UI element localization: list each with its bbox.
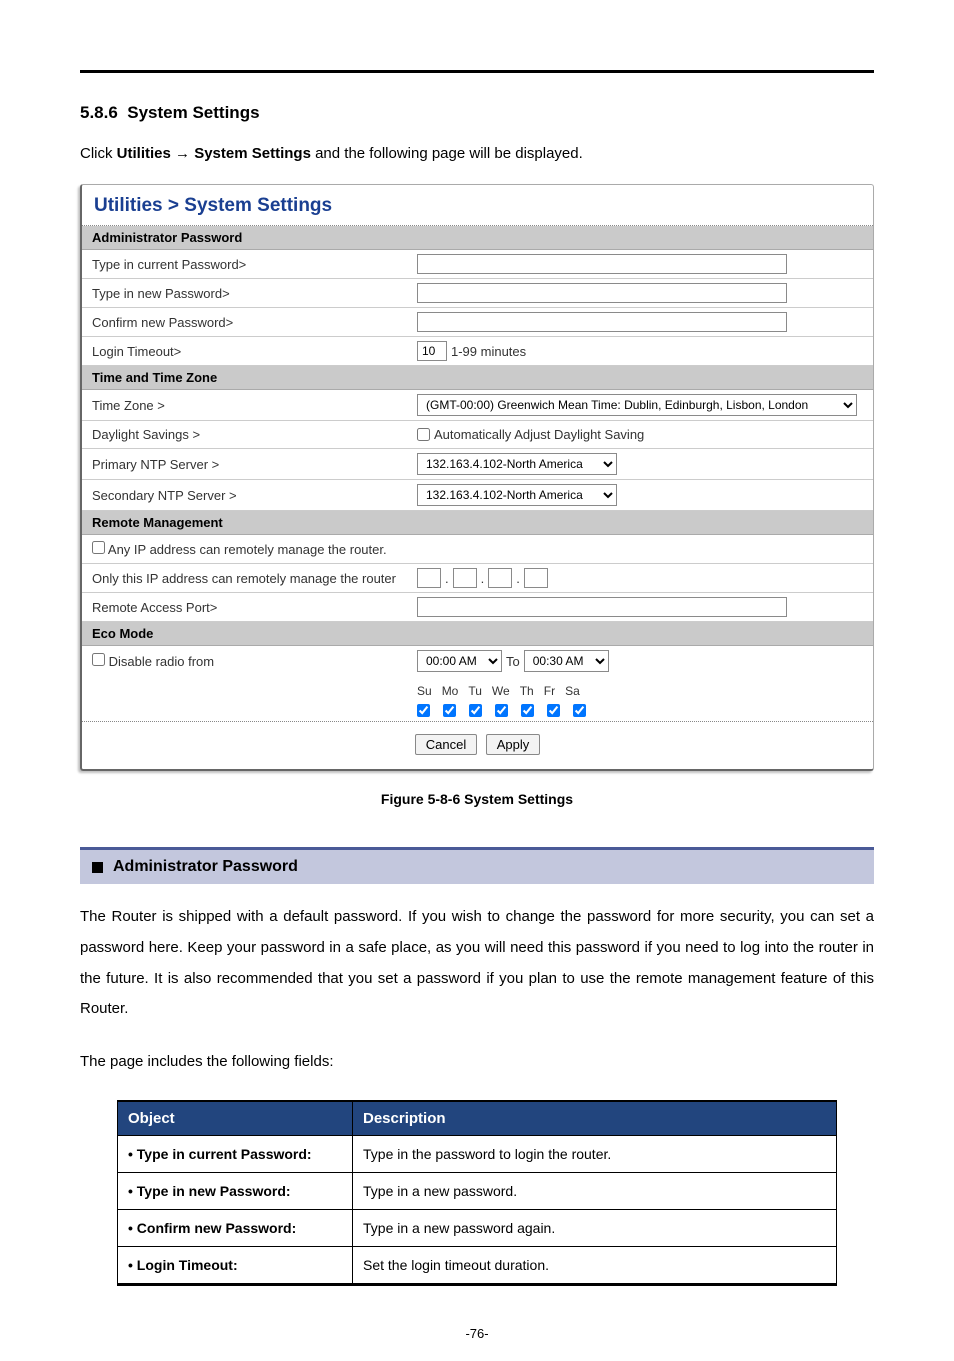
day-we-checkbox[interactable] bbox=[495, 704, 508, 717]
login-timeout-hint: 1-99 minutes bbox=[451, 344, 526, 359]
label-confirm-password: Confirm new Password> bbox=[82, 309, 417, 336]
day-th-checkbox[interactable] bbox=[521, 704, 534, 717]
row-daylight-savings: Daylight Savings > Automatically Adjust … bbox=[82, 421, 873, 449]
section-number: 5.8.6 bbox=[80, 103, 118, 122]
current-password-input[interactable] bbox=[417, 254, 787, 274]
breadcrumb: Utilities > System Settings bbox=[82, 185, 873, 226]
th-object: Object bbox=[118, 1101, 353, 1136]
figure-caption: Figure 5-8-6 System Settings bbox=[80, 791, 874, 807]
any-ip-checkbox[interactable] bbox=[92, 541, 105, 554]
days-header: Su Mo Tu We Th Fr Sa bbox=[417, 680, 865, 698]
table-row: Login Timeout: Set the login timeout dur… bbox=[118, 1246, 837, 1284]
eco-from-select[interactable]: 00:00 AM bbox=[417, 650, 502, 672]
disable-radio-label: Disable radio from bbox=[109, 654, 215, 669]
remote-port-input[interactable] bbox=[417, 597, 787, 617]
day-sa-checkbox[interactable] bbox=[573, 704, 586, 717]
ip-octet-1[interactable] bbox=[417, 568, 441, 588]
label-remote-port: Remote Access Port> bbox=[82, 594, 417, 621]
body-paragraph-2: The page includes the following fields: bbox=[80, 1047, 874, 1078]
row-new-password: Type in new Password> bbox=[82, 279, 873, 308]
primary-ntp-select[interactable]: 132.163.4.102-North America bbox=[417, 453, 617, 475]
section-heading: 5.8.6 System Settings bbox=[80, 103, 874, 123]
band-eco-mode: Eco Mode bbox=[82, 622, 873, 646]
subsection-header: Administrator Password bbox=[80, 847, 874, 884]
ip-octet-2[interactable] bbox=[453, 568, 477, 588]
settings-panel: Utilities > System Settings Administrato… bbox=[80, 184, 874, 771]
eco-to-select[interactable]: 00:30 AM bbox=[524, 650, 609, 672]
day-mo-checkbox[interactable] bbox=[443, 704, 456, 717]
row-remote-port: Remote Access Port> bbox=[82, 593, 873, 622]
subsection-title: Administrator Password bbox=[113, 858, 298, 876]
day-su-checkbox[interactable] bbox=[417, 704, 430, 717]
body-paragraph-1: The Router is shipped with a default pas… bbox=[80, 902, 874, 1025]
band-remote-management: Remote Management bbox=[82, 511, 873, 535]
page-top-rule bbox=[80, 70, 874, 73]
label-current-password: Type in current Password> bbox=[82, 251, 417, 278]
row-time-zone: Time Zone > (GMT-00:00) Greenwich Mean T… bbox=[82, 390, 873, 421]
dst-checkbox[interactable] bbox=[417, 428, 430, 441]
day-fr-checkbox[interactable] bbox=[547, 704, 560, 717]
row-days: Su Mo Tu We Th Fr Sa bbox=[82, 676, 873, 721]
label-primary-ntp: Primary NTP Server > bbox=[82, 451, 417, 478]
apply-button[interactable]: Apply bbox=[486, 734, 541, 755]
intro-paragraph: Click Utilities → System Settings and th… bbox=[80, 145, 874, 162]
label-login-timeout: Login Timeout> bbox=[82, 338, 417, 365]
row-only-ip: Only this IP address can remotely manage… bbox=[82, 564, 873, 593]
row-secondary-ntp: Secondary NTP Server > 132.163.4.102-Nor… bbox=[82, 480, 873, 511]
eco-to-label: To bbox=[506, 654, 520, 669]
any-ip-label: Any IP address can remotely manage the r… bbox=[108, 542, 387, 557]
band-admin-password: Administrator Password bbox=[82, 226, 873, 250]
day-tu-checkbox[interactable] bbox=[469, 704, 482, 717]
row-current-password: Type in current Password> bbox=[82, 250, 873, 279]
ip-octet-3[interactable] bbox=[488, 568, 512, 588]
login-timeout-input[interactable] bbox=[417, 341, 447, 361]
row-confirm-password: Confirm new Password> bbox=[82, 308, 873, 337]
section-title: System Settings bbox=[127, 103, 259, 122]
row-disable-radio: Disable radio from 00:00 AM To 00:30 AM bbox=[82, 646, 873, 676]
table-row: Type in current Password: Type in the pa… bbox=[118, 1135, 837, 1172]
th-description: Description bbox=[353, 1101, 837, 1136]
table-row: Confirm new Password: Type in a new pass… bbox=[118, 1209, 837, 1246]
row-primary-ntp: Primary NTP Server > 132.163.4.102-North… bbox=[82, 449, 873, 480]
time-zone-select[interactable]: (GMT-00:00) Greenwich Mean Time: Dublin,… bbox=[417, 394, 857, 416]
label-only-ip: Only this IP address can remotely manage… bbox=[82, 565, 417, 592]
row-any-ip: Any IP address can remotely manage the r… bbox=[82, 535, 873, 564]
confirm-password-input[interactable] bbox=[417, 312, 787, 332]
secondary-ntp-select[interactable]: 132.163.4.102-North America bbox=[417, 484, 617, 506]
cancel-button[interactable]: Cancel bbox=[415, 734, 477, 755]
square-bullet-icon bbox=[92, 862, 103, 873]
page-number: -76- bbox=[80, 1326, 874, 1341]
dst-checkbox-label: Automatically Adjust Daylight Saving bbox=[434, 427, 644, 442]
fields-table: Object Description Type in current Passw… bbox=[117, 1100, 837, 1286]
new-password-input[interactable] bbox=[417, 283, 787, 303]
button-row: Cancel Apply bbox=[82, 721, 873, 769]
label-secondary-ntp: Secondary NTP Server > bbox=[82, 482, 417, 509]
label-new-password: Type in new Password> bbox=[82, 280, 417, 307]
band-time-zone: Time and Time Zone bbox=[82, 366, 873, 390]
row-login-timeout: Login Timeout> 1-99 minutes bbox=[82, 337, 873, 366]
disable-radio-checkbox[interactable] bbox=[92, 653, 105, 666]
label-time-zone: Time Zone > bbox=[82, 392, 417, 419]
table-row: Type in new Password: Type in a new pass… bbox=[118, 1172, 837, 1209]
label-daylight-savings: Daylight Savings > bbox=[82, 421, 417, 448]
ip-octet-4[interactable] bbox=[524, 568, 548, 588]
